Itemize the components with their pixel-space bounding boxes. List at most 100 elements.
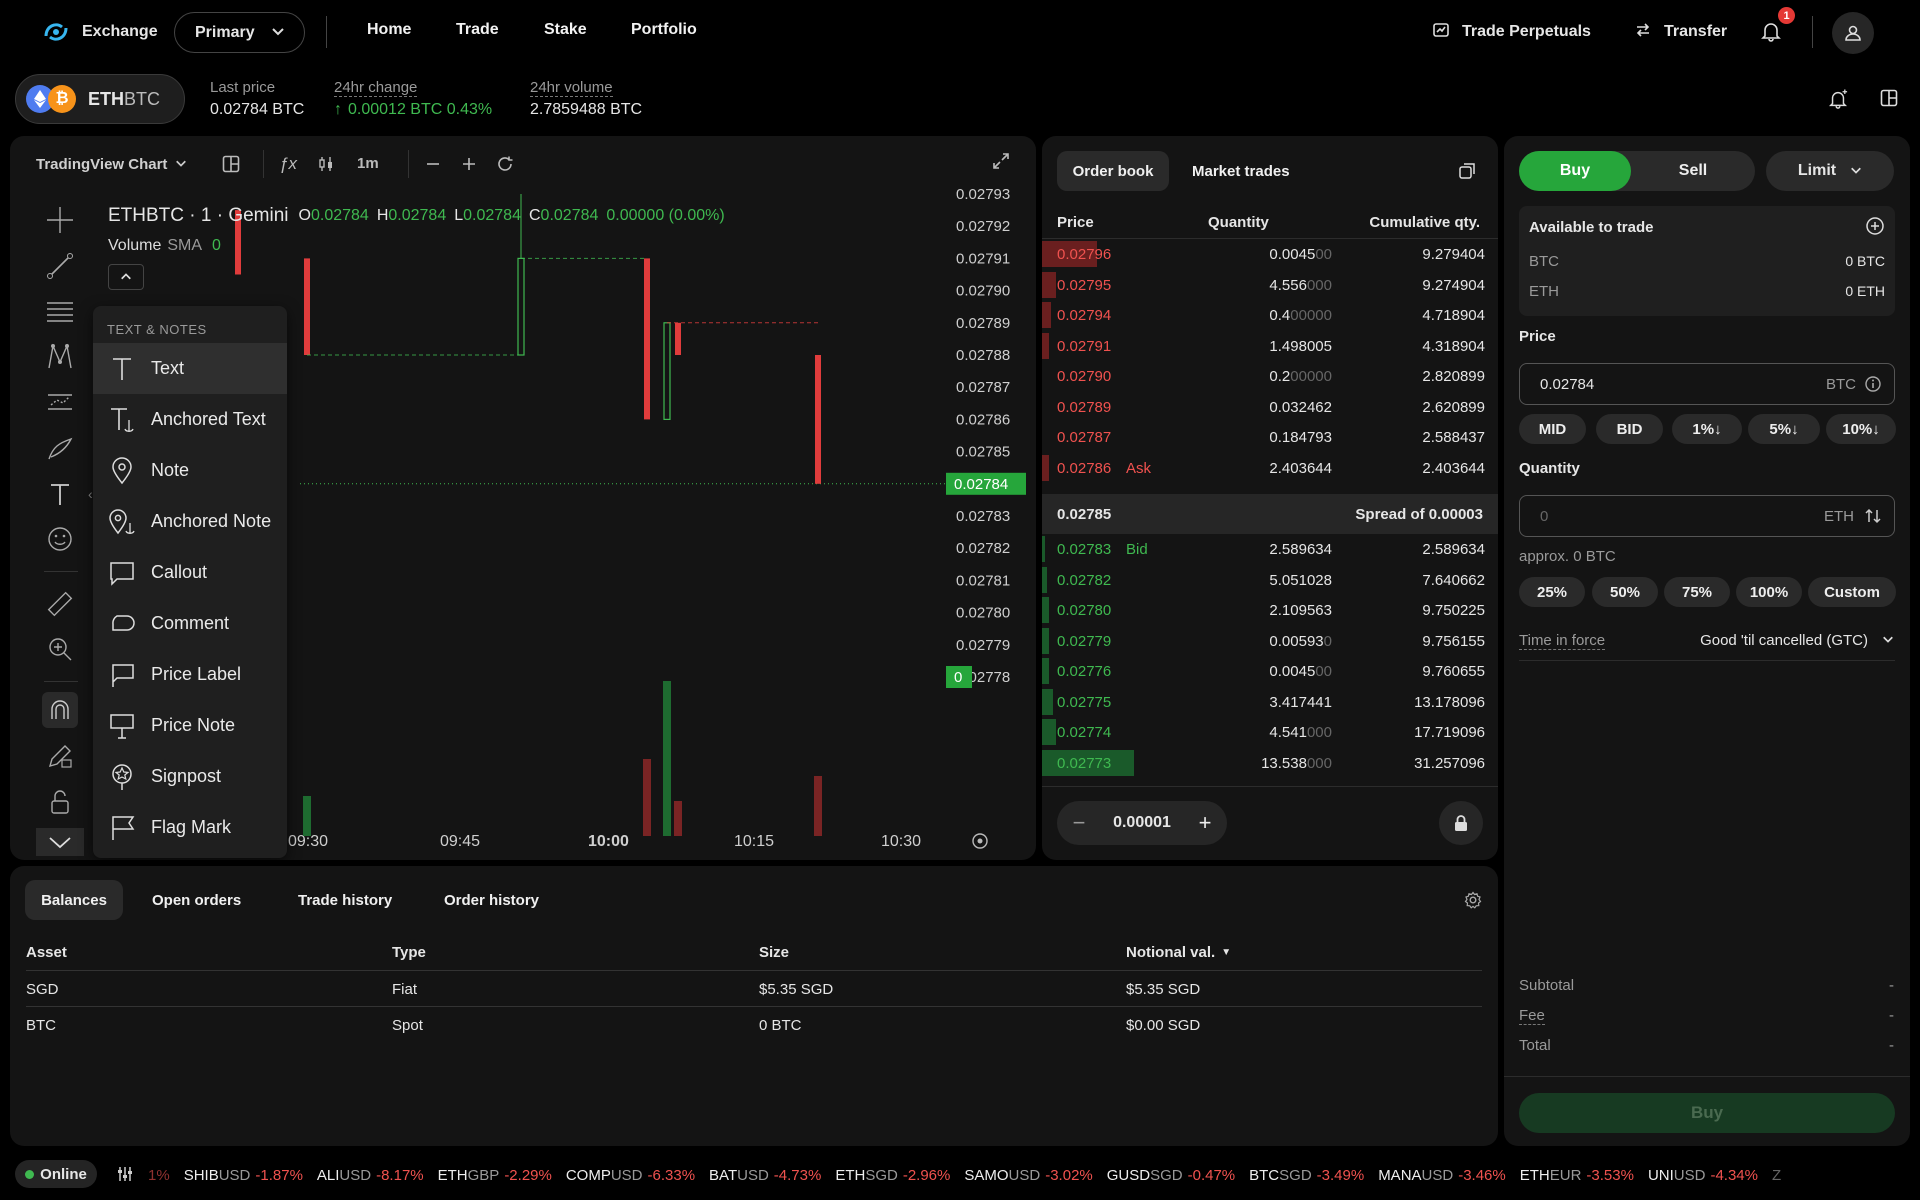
chart-source-select[interactable]: TradingView Chart [36,156,187,173]
qty-chip-50[interactable]: 50% [1592,577,1658,607]
menu-item-anchored-text[interactable]: Anchored Text [93,394,287,445]
crosshair-tool[interactable] [42,202,78,238]
brand[interactable]: Exchange [42,18,158,46]
lock-all-tool[interactable] [42,784,78,820]
ask-row[interactable]: 0.02789 0.032462 2.620899 [1042,392,1500,422]
ticker-item[interactable]: BATUSD -4.73% [709,1167,821,1184]
price-alert-icon[interactable] [1828,89,1848,113]
menu-item-anchored-note[interactable]: Anchored Note [93,496,287,547]
fib-tool[interactable] [42,294,78,330]
ticker-item[interactable]: ALIUSD -8.17% [317,1167,424,1184]
tif-select[interactable]: Good 'til cancelled (GTC) [1700,632,1894,649]
menu-item-text[interactable]: Text [93,343,287,394]
text-tool[interactable] [42,476,78,512]
menu-item-price-label[interactable]: Price Label [93,649,287,700]
nav-home[interactable]: Home [367,21,411,39]
price-chip-1pct[interactable]: 1%↓ [1672,414,1742,444]
increment-button[interactable]: + [1183,810,1227,836]
zoom-out-icon[interactable] [424,155,442,177]
add-funds-icon[interactable] [1865,216,1885,240]
ask-row[interactable]: 0.02790 0.200000 2.820899 [1042,361,1500,391]
ask-row[interactable]: 0.02791 1.498005 4.318904 [1042,331,1500,361]
bid-row[interactable]: 0.02774 4.541000 17.719096 [1042,717,1500,747]
indicators-icon[interactable]: ƒx [279,154,297,174]
bid-row[interactable]: 0.02782 5.051028 7.640662 [1042,565,1500,595]
col-header-notional[interactable]: Notional val. ▼ [1126,944,1231,961]
tab-order-book[interactable]: Order book [1057,151,1169,191]
ask-row[interactable]: 0.02795 4.556000 9.274904 [1042,270,1500,300]
measure-tool[interactable] [42,586,78,622]
ask-row[interactable]: 0.02786 Ask 2.403644 2.403644 [1042,453,1500,483]
swap-unit-icon[interactable] [1864,507,1882,529]
quantity-input[interactable]: 0 ETH [1519,495,1895,537]
ask-row[interactable]: 0.02787 0.184793 2.588437 [1042,422,1500,452]
interval-button[interactable]: 1m [357,155,379,172]
menu-item-signpost[interactable]: Signpost [93,751,287,802]
decrement-button[interactable]: − [1057,810,1101,836]
qty-chip-100[interactable]: 100% [1736,577,1802,607]
order-type-select[interactable]: Limit [1766,151,1894,191]
ask-row[interactable]: 0.02796 0.004500 9.279404 [1042,239,1500,269]
layout-icon[interactable] [1880,89,1898,111]
menu-item-price-note[interactable]: Price Note [93,700,287,751]
volume-label[interactable]: 24hr volume [530,79,613,97]
menu-item-comment[interactable]: Comment [93,598,287,649]
bid-row[interactable]: 0.02776 0.004500 9.760655 [1042,656,1500,686]
qty-chip-25[interactable]: 25% [1519,577,1585,607]
menu-item-flag-mark[interactable]: Flag Mark [93,802,287,853]
menu-item-callout[interactable]: Callout [93,547,287,598]
tab-balances[interactable]: Balances [25,880,123,920]
buy-tab[interactable]: Buy [1519,151,1631,191]
profile-button[interactable] [1832,12,1874,54]
nav-stake[interactable]: Stake [544,21,587,39]
ticker-item[interactable]: ETHSGD -2.96% [835,1167,950,1184]
zoom-tool[interactable] [42,631,78,667]
collapse-legend-button[interactable] [108,264,144,290]
table-row[interactable]: SGD Fiat $5.35 SGD $5.35 SGD [26,971,1482,1007]
bid-row[interactable]: 0.02773 13.538000 31.257096 [1042,748,1500,778]
bid-row[interactable]: 0.02779 0.005930 9.756155 [1042,626,1500,656]
price-input[interactable]: 0.02784 BTC [1519,363,1895,405]
trade-perpetuals-link[interactable]: Trade Perpetuals [1432,21,1591,43]
submit-buy-button[interactable]: Buy [1519,1093,1895,1133]
table-row[interactable]: BTC Spot 0 BTC $0.00 SGD [26,1008,1482,1044]
ticker-item[interactable]: COMPUSD -6.33% [566,1167,695,1184]
ticker-settings-icon[interactable] [116,1165,134,1187]
bid-row[interactable]: 0.02783 Bid 2.589634 2.589634 [1042,534,1500,564]
brush-tool[interactable] [42,430,78,466]
ticker-item[interactable]: BTCSGD -3.49% [1249,1167,1364,1184]
candles-icon[interactable] [317,155,335,177]
nav-portfolio[interactable]: Portfolio [631,21,697,39]
ticker-item[interactable]: UNIUSD -4.34% [1648,1167,1758,1184]
emoji-tool[interactable] [42,521,78,557]
price-chip-mid[interactable]: MID [1519,414,1586,444]
gear-icon[interactable] [1464,891,1482,913]
notifications-button[interactable]: 1 [1760,7,1795,44]
bid-row[interactable]: 0.02780 2.109563 9.750225 [1042,595,1500,625]
zoom-in-icon[interactable] [460,155,478,177]
trend-line-tool[interactable] [42,248,78,284]
prediction-tool[interactable] [42,384,78,420]
tab-trade-history[interactable]: Trade history [288,880,402,920]
lock-button[interactable] [1439,801,1483,845]
price-chip-10pct[interactable]: 10%↓ [1826,414,1896,444]
tab-market-trades[interactable]: Market trades [1180,151,1302,191]
ticker-item[interactable]: SAMOUSD -3.02% [964,1167,1092,1184]
market-selector[interactable]: ₿ ETH BTC [15,74,185,124]
price-chip-5pct[interactable]: 5%↓ [1748,414,1820,444]
layout-icon[interactable] [222,155,240,177]
ticker-item[interactable]: MANAUSD -3.46% [1378,1167,1506,1184]
ticker-item[interactable]: ETHGBP -2.29% [438,1167,552,1184]
qty-chip-75[interactable]: 75% [1664,577,1730,607]
tif-label[interactable]: Time in force [1519,632,1606,650]
qty-chip-custom[interactable]: Custom [1808,577,1896,607]
tab-open-orders[interactable]: Open orders [142,880,251,920]
ticker-item[interactable]: ETHEUR -3.53% [1520,1167,1634,1184]
info-icon[interactable] [1864,375,1882,397]
fullscreen-icon[interactable] [992,152,1010,174]
ticker-item[interactable]: GUSDSGD -0.47% [1107,1167,1235,1184]
ask-row[interactable]: 0.02794 0.400000 4.718904 [1042,300,1500,330]
magnet-tool[interactable] [42,692,78,728]
more-tools-button[interactable] [36,828,84,856]
change-label[interactable]: 24hr change [334,79,418,97]
